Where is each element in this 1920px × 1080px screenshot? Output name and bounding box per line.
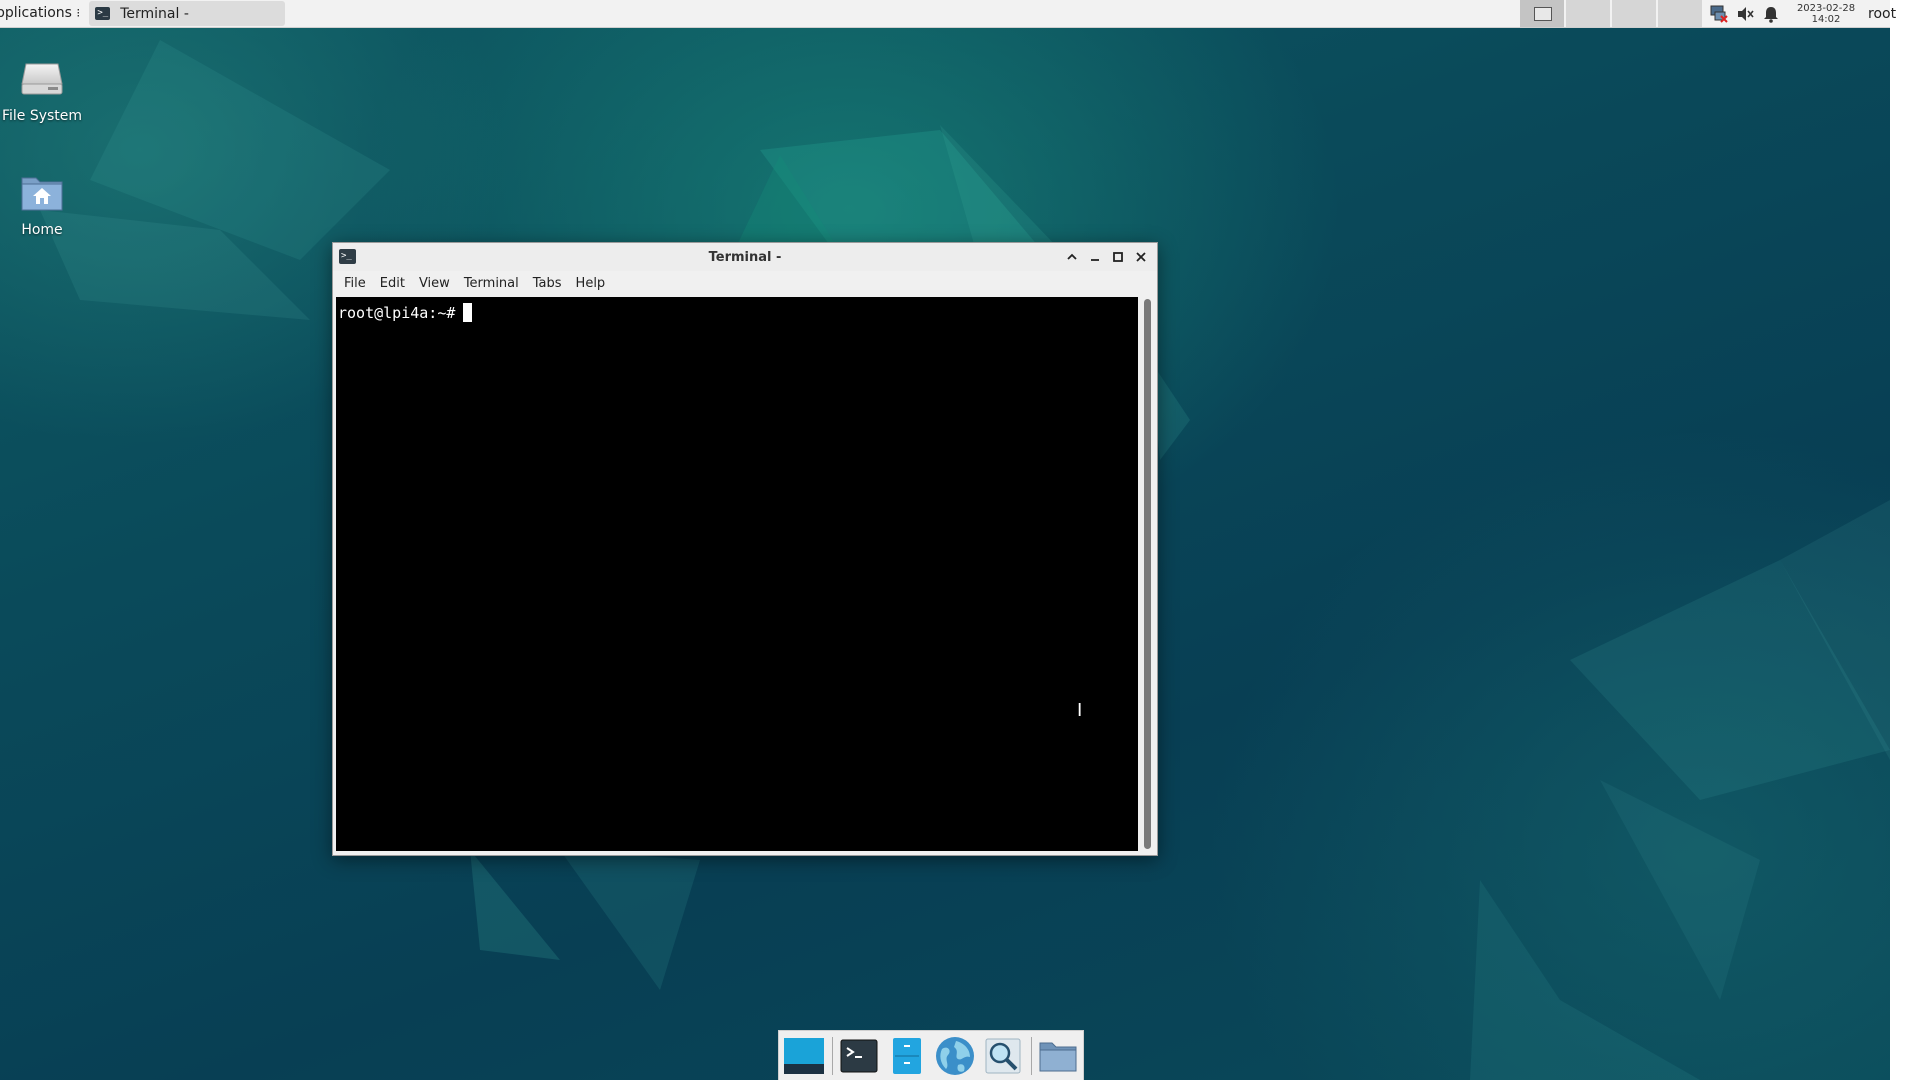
dock-folder[interactable] <box>1035 1033 1081 1079</box>
applications-menu[interactable]: pplications ⁝ <box>0 0 86 27</box>
menu-edit[interactable]: Edit <box>373 276 412 291</box>
applications-label: pplications <box>0 5 72 21</box>
dock-file-manager[interactable] <box>884 1033 930 1079</box>
clock[interactable]: 2023-02-28 14:02 <box>1790 3 1862 25</box>
menu-tabs[interactable]: Tabs <box>526 276 569 291</box>
close-button[interactable] <box>1131 248 1151 266</box>
terminal-window: >_ Terminal - File Edit View Terminal Ta… <box>332 242 1158 856</box>
terminal-menubar: File Edit View Terminal Tabs Help <box>333 271 1157 295</box>
dock-show-desktop[interactable] <box>781 1033 827 1079</box>
shell-prompt: root@lpi4a:~# <box>338 304 456 322</box>
menu-separator-dots: ⁝ <box>76 6 81 20</box>
top-panel: pplications ⁝ >_ Terminal - 2023-02-28 1… <box>0 0 1896 28</box>
terminal-icon[interactable]: >_ <box>339 249 356 264</box>
dock-separator <box>832 1036 833 1075</box>
terminal-scrollbar[interactable] <box>1141 299 1153 851</box>
desktop-icon-label: File System <box>1 108 83 124</box>
minimize-icon <box>1091 259 1099 261</box>
menu-view[interactable]: View <box>412 276 457 291</box>
workspace-4[interactable] <box>1658 0 1702 27</box>
clock-date: 2023-02-28 <box>1796 2 1856 14</box>
workspace-switcher <box>1520 0 1704 27</box>
show-desktop-icon <box>784 1037 824 1074</box>
menu-terminal[interactable]: Terminal <box>457 276 526 291</box>
close-icon <box>1136 252 1146 262</box>
web-browser-icon <box>936 1036 974 1075</box>
dock-web-browser[interactable] <box>932 1033 978 1079</box>
maximize-button[interactable] <box>1108 248 1128 266</box>
window-title: Terminal - <box>708 249 782 265</box>
home-folder-icon <box>18 168 66 216</box>
notifications-bell-icon[interactable] <box>1760 0 1782 27</box>
app-finder-icon <box>985 1038 1021 1073</box>
system-tray: 2023-02-28 14:02 root <box>1708 0 1896 27</box>
minimize-button[interactable] <box>1085 248 1105 266</box>
terminal-icon: >_ <box>95 7 111 20</box>
user-menu[interactable]: root <box>1868 6 1896 22</box>
menu-file[interactable]: File <box>337 276 373 291</box>
shade-button[interactable] <box>1062 248 1082 266</box>
desktop-icon-label: Home <box>21 222 63 238</box>
workspace-1[interactable] <box>1520 0 1564 27</box>
bottom-dock <box>778 1030 1084 1080</box>
chevron-up-icon <box>1067 253 1077 260</box>
mouse-ibeam-cursor: I <box>1077 700 1083 721</box>
workspace-window-thumbnail <box>1534 7 1552 21</box>
desktop-icon-home[interactable]: Home <box>0 168 85 238</box>
scrollbar-thumb[interactable] <box>1144 299 1151 849</box>
desktop-icon-file-system[interactable]: File System <box>0 54 85 124</box>
dock-terminal[interactable] <box>836 1033 882 1079</box>
dock-separator <box>1031 1036 1032 1075</box>
folder-icon <box>1039 1042 1077 1071</box>
terminal-output[interactable]: root@lpi4a:~# <box>336 297 1138 851</box>
volume-muted-icon[interactable] <box>1734 0 1756 27</box>
taskbar-task-terminal[interactable]: >_ Terminal - <box>89 1 286 26</box>
maximize-icon <box>1113 252 1123 262</box>
terminal-icon <box>840 1039 878 1072</box>
taskbar-task-label: Terminal - <box>120 5 189 22</box>
text-cursor <box>463 303 473 322</box>
window-titlebar[interactable]: >_ Terminal - <box>333 243 1157 271</box>
workspace-3[interactable] <box>1612 0 1656 27</box>
workspace-2[interactable] <box>1566 0 1610 27</box>
window-controls <box>1059 248 1151 266</box>
clock-time: 14:02 <box>1811 13 1841 25</box>
file-manager-icon <box>893 1037 921 1074</box>
screen-edge <box>1890 0 1920 1080</box>
menu-help[interactable]: Help <box>569 276 613 291</box>
dock-app-finder[interactable] <box>980 1033 1026 1079</box>
network-disconnected-icon[interactable] <box>1708 0 1730 27</box>
drive-icon <box>18 54 66 102</box>
